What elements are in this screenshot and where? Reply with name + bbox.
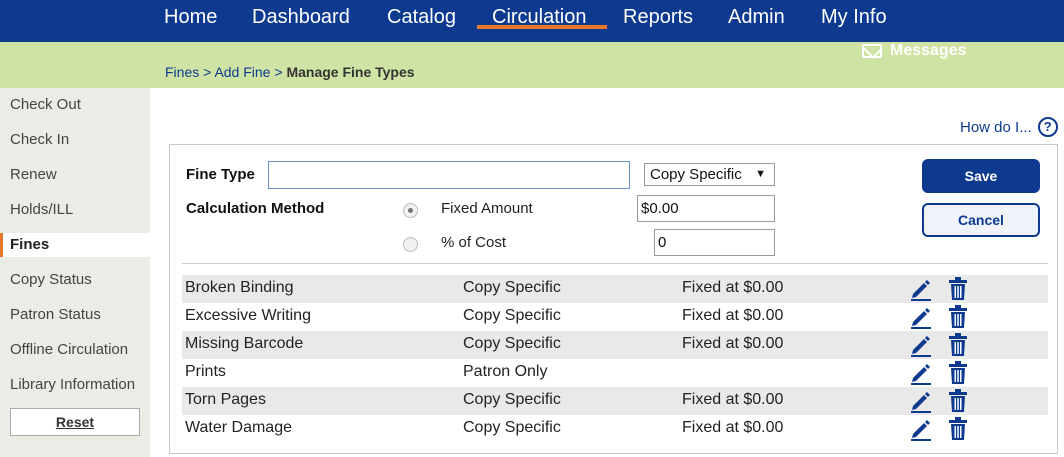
trash-icon[interactable] <box>948 389 968 413</box>
fine-type-name: Excessive Writing <box>185 307 311 324</box>
nav-dashboard[interactable]: Dashboard <box>252 6 350 29</box>
subheader-band: Messages Fines > Add Fine > Manage Fine … <box>0 42 1064 88</box>
breadcrumb-separator: > <box>274 64 283 80</box>
fine-type-amount: Fixed at $0.00 <box>682 391 784 408</box>
fine-type-name: Water Damage <box>185 419 292 436</box>
nav-home[interactable]: Home <box>164 6 217 29</box>
breadcrumb-add-fine[interactable]: Add Fine <box>214 64 270 80</box>
mail-icon <box>862 44 882 58</box>
fine-type-scope: Copy Specific <box>463 307 561 324</box>
breadcrumb-fines[interactable]: Fines <box>165 64 199 80</box>
fine-type-name: Missing Barcode <box>185 335 304 352</box>
fine-type-label: Fine Type <box>186 166 255 183</box>
fine-type-scope: Patron Only <box>463 363 548 380</box>
sidebar-item-offline-circulation[interactable]: Offline Circulation <box>0 338 150 362</box>
breadcrumb-current: Manage Fine Types <box>286 64 415 80</box>
nav-catalog[interactable]: Catalog <box>387 6 456 29</box>
percent-of-cost-input[interactable]: 0 <box>654 229 775 256</box>
sidebar-item-check-in[interactable]: Check In <box>0 128 150 152</box>
trash-icon[interactable] <box>948 417 968 441</box>
sidebar-item-fines[interactable]: Fines <box>0 233 150 257</box>
fine-type-input[interactable] <box>268 161 630 189</box>
how-do-i-link[interactable]: How do I... ? <box>960 117 1058 137</box>
cancel-button[interactable]: Cancel <box>922 203 1040 237</box>
table-row: Excessive Writing Copy Specific Fixed at… <box>182 303 1048 331</box>
sidebar-item-check-out[interactable]: Check Out <box>0 93 150 117</box>
sidebar-item-holds-ill[interactable]: Holds/ILL <box>0 198 150 222</box>
fine-type-amount: Fixed at $0.00 <box>682 307 784 324</box>
breadcrumb: Fines > Add Fine > Manage Fine Types <box>165 64 415 80</box>
sidebar-item-copy-status[interactable]: Copy Status <box>0 268 150 292</box>
calculation-method-label: Calculation Method <box>186 200 325 217</box>
messages-label: Messages <box>890 42 967 59</box>
sidebar-item-patron-status[interactable]: Patron Status <box>0 303 150 327</box>
fine-type-scope: Copy Specific <box>463 419 561 436</box>
sidebar: Check Out Check In Renew Holds/ILL Fines… <box>0 88 150 457</box>
divider <box>182 263 1048 264</box>
fine-scope-select[interactable]: Copy Specific ▼ <box>644 163 775 186</box>
top-nav: Home Dashboard Catalog Circulation Repor… <box>0 0 1064 42</box>
sidebar-item-renew[interactable]: Renew <box>0 163 150 187</box>
sidebar-item-library-information[interactable]: Library Information <box>0 373 150 397</box>
fine-type-amount: Fixed at $0.00 <box>682 419 784 436</box>
fine-type-name: Torn Pages <box>185 391 266 408</box>
manage-fine-types-panel: Fine Type Copy Specific ▼ Calculation Me… <box>169 144 1058 454</box>
percent-of-cost-label: % of Cost <box>441 234 507 251</box>
fixed-amount-radio[interactable] <box>403 203 418 218</box>
nav-admin[interactable]: Admin <box>728 6 785 29</box>
fine-type-name: Broken Binding <box>185 279 294 296</box>
fixed-amount-label: Fixed Amount <box>441 200 533 217</box>
fine-type-scope: Copy Specific <box>463 335 561 352</box>
active-nav-indicator <box>477 25 607 29</box>
reset-button[interactable]: Reset <box>10 408 140 436</box>
fixed-amount-input[interactable]: $0.00 <box>637 195 775 222</box>
table-row: Torn Pages Copy Specific Fixed at $0.00 <box>182 387 1048 415</box>
table-row: Prints Patron Only <box>182 359 1048 387</box>
fine-type-scope: Copy Specific <box>463 279 561 296</box>
breadcrumb-separator: > <box>203 64 212 80</box>
pencil-icon[interactable] <box>909 277 933 301</box>
trash-icon[interactable] <box>948 277 968 301</box>
table-row: Missing Barcode Copy Specific Fixed at $… <box>182 331 1048 359</box>
save-button[interactable]: Save <box>922 159 1040 193</box>
table-row: Water Damage Copy Specific Fixed at $0.0… <box>182 415 1048 443</box>
nav-my-info[interactable]: My Info <box>821 6 887 29</box>
trash-icon[interactable] <box>948 333 968 357</box>
how-do-i-label: How do I... <box>960 118 1032 136</box>
fine-type-amount: Fixed at $0.00 <box>682 335 784 352</box>
trash-icon[interactable] <box>948 361 968 385</box>
fine-scope-value: Copy Specific <box>650 166 742 183</box>
table-row: Broken Binding Copy Specific Fixed at $0… <box>182 275 1048 303</box>
fine-type-scope: Copy Specific <box>463 391 561 408</box>
fine-type-amount: Fixed at $0.00 <box>682 279 784 296</box>
nav-reports[interactable]: Reports <box>623 6 693 29</box>
pencil-icon[interactable] <box>909 361 933 385</box>
messages-link[interactable]: Messages <box>862 42 967 60</box>
help-icon: ? <box>1037 117 1058 137</box>
pencil-icon[interactable] <box>909 333 933 357</box>
pencil-icon[interactable] <box>909 417 933 441</box>
pencil-icon[interactable] <box>909 389 933 413</box>
fine-type-name: Prints <box>185 363 226 380</box>
dropdown-arrow-icon: ▼ <box>755 168 766 180</box>
percent-of-cost-radio[interactable] <box>403 237 418 252</box>
trash-icon[interactable] <box>948 305 968 329</box>
pencil-icon[interactable] <box>909 305 933 329</box>
